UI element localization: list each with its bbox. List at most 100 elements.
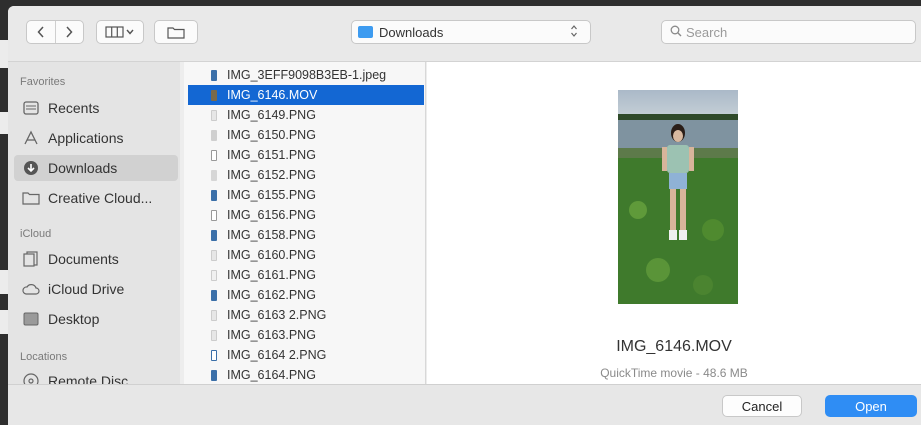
file-name: IMG_6149.PNG bbox=[227, 108, 316, 122]
file-name: IMG_6150.PNG bbox=[227, 128, 316, 142]
open-button[interactable]: Open bbox=[825, 395, 917, 417]
file-name: IMG_6146.MOV bbox=[227, 88, 318, 102]
downloads-folder-icon bbox=[358, 26, 373, 38]
file-name: IMG_6163.PNG bbox=[227, 328, 316, 342]
file-row[interactable]: IMG_6150.PNG bbox=[188, 125, 424, 145]
downloads-icon bbox=[22, 159, 40, 177]
file-row[interactable]: IMG_6163.PNG bbox=[188, 325, 424, 345]
sidebar-section-icloud: iCloud bbox=[20, 228, 52, 240]
file-name: IMG_6162.PNG bbox=[227, 288, 316, 302]
sidebar-item-label: Creative Cloud... bbox=[48, 190, 153, 206]
sidebar-item-label: iCloud Drive bbox=[48, 281, 125, 297]
sidebar-section-favorites: Favorites bbox=[20, 76, 66, 88]
location-popup[interactable]: Downloads bbox=[351, 20, 591, 44]
background-window-edge bbox=[0, 310, 8, 334]
dialog-footer: Cancel Open bbox=[8, 384, 921, 425]
location-label: Downloads bbox=[379, 25, 444, 40]
file-row[interactable]: IMG_6162.PNG bbox=[188, 285, 424, 305]
file-name: IMG_6160.PNG bbox=[227, 248, 316, 262]
sidebar-item-label: Remote Disc bbox=[48, 373, 129, 384]
image-file-icon bbox=[211, 269, 217, 281]
file-row-selected[interactable]: IMG_6146.MOV bbox=[188, 85, 424, 105]
toolbar: Downloads Search bbox=[8, 6, 921, 62]
file-row[interactable]: IMG_6164 2.PNG bbox=[188, 345, 424, 365]
up-down-chevron-icon bbox=[570, 23, 578, 42]
sidebar-item-desktop[interactable]: Desktop bbox=[14, 306, 178, 332]
preview-file-info: QuickTime movie - 48.6 MB bbox=[600, 366, 748, 380]
applications-icon bbox=[22, 129, 40, 147]
file-row[interactable]: IMG_6149.PNG bbox=[188, 105, 424, 125]
new-folder-button[interactable] bbox=[154, 20, 198, 44]
file-name: IMG_6156.PNG bbox=[227, 208, 316, 222]
file-row[interactable]: IMG_6161.PNG bbox=[188, 265, 424, 285]
image-file-icon bbox=[211, 249, 217, 261]
file-name: IMG_3EFF9098B3EB-1.jpeg bbox=[227, 68, 387, 82]
cloud-icon bbox=[22, 280, 40, 298]
sidebar-item-icloud-drive[interactable]: iCloud Drive bbox=[14, 276, 178, 302]
image-file-icon bbox=[211, 149, 217, 161]
file-row[interactable]: IMG_3EFF9098B3EB-1.jpeg bbox=[188, 65, 424, 85]
image-file-icon bbox=[211, 229, 217, 241]
file-name: IMG_6163 2.PNG bbox=[227, 308, 327, 322]
preview-thumbnail bbox=[618, 90, 738, 304]
open-file-dialog: Downloads Search Favorites Recents Appli… bbox=[8, 6, 921, 425]
file-name: IMG_6161.PNG bbox=[227, 268, 316, 282]
image-file-icon bbox=[211, 309, 217, 321]
view-mode-button[interactable] bbox=[96, 20, 144, 44]
sidebar-section-locations: Locations bbox=[20, 351, 68, 363]
file-row[interactable]: IMG_6163 2.PNG bbox=[188, 305, 424, 325]
image-file-icon bbox=[211, 189, 217, 201]
search-icon bbox=[670, 25, 682, 37]
search-placeholder: Search bbox=[686, 25, 728, 40]
forward-button[interactable] bbox=[56, 21, 84, 43]
sidebar-item-remote-disc[interactable]: Remote Disc bbox=[14, 368, 178, 384]
chevron-left-icon bbox=[37, 26, 44, 38]
file-row[interactable]: IMG_6155.PNG bbox=[188, 185, 424, 205]
sidebar-item-downloads[interactable]: Downloads bbox=[14, 155, 178, 181]
recents-icon bbox=[22, 99, 40, 117]
image-file-icon bbox=[211, 109, 217, 121]
file-row[interactable]: IMG_6152.PNG bbox=[188, 165, 424, 185]
sidebar-item-label: Desktop bbox=[48, 311, 100, 327]
file-name: IMG_6155.PNG bbox=[227, 188, 316, 202]
sidebar-item-label: Recents bbox=[48, 100, 100, 116]
file-row[interactable]: IMG_6158.PNG bbox=[188, 225, 424, 245]
file-row[interactable]: IMG_6156.PNG bbox=[188, 205, 424, 225]
sidebar-item-applications[interactable]: Applications bbox=[14, 125, 178, 151]
column-view-icon bbox=[105, 26, 134, 38]
preview-file-name: IMG_6146.MOV bbox=[616, 338, 732, 355]
folder-icon bbox=[22, 189, 40, 207]
desktop-icon bbox=[22, 310, 40, 328]
image-file-icon bbox=[211, 369, 217, 381]
sidebar-item-label: Applications bbox=[48, 130, 124, 146]
sidebar-item-label: Downloads bbox=[48, 160, 118, 176]
file-row[interactable]: IMG_6160.PNG bbox=[188, 245, 424, 265]
sidebar-item-creative-cloud[interactable]: Creative Cloud... bbox=[14, 185, 178, 211]
file-list: IMG_3EFF9098B3EB-1.jpeg IMG_6146.MOV IMG… bbox=[184, 62, 426, 384]
background-window-edge bbox=[0, 270, 8, 294]
file-row[interactable]: IMG_6164.PNG bbox=[188, 365, 424, 384]
movie-file-icon bbox=[211, 89, 217, 101]
image-file-icon bbox=[211, 69, 217, 81]
sidebar-item-label: Documents bbox=[48, 251, 119, 267]
image-file-icon bbox=[211, 129, 217, 141]
navigation-buttons bbox=[26, 20, 84, 44]
chevron-right-icon bbox=[66, 26, 73, 38]
file-row[interactable]: IMG_6151.PNG bbox=[188, 145, 424, 165]
search-field[interactable]: Search bbox=[661, 20, 916, 44]
sidebar-item-documents[interactable]: Documents bbox=[14, 246, 178, 272]
image-file-icon bbox=[211, 349, 217, 361]
background-window-edge bbox=[0, 112, 8, 134]
image-file-icon bbox=[211, 169, 217, 181]
back-button[interactable] bbox=[27, 21, 56, 43]
image-file-icon bbox=[211, 329, 217, 341]
sidebar-item-recents[interactable]: Recents bbox=[14, 95, 178, 121]
background-window-edge bbox=[0, 40, 8, 68]
file-name: IMG_6151.PNG bbox=[227, 148, 316, 162]
file-name: IMG_6152.PNG bbox=[227, 168, 316, 182]
disc-icon bbox=[22, 372, 40, 384]
cancel-button[interactable]: Cancel bbox=[722, 395, 802, 417]
sidebar: Favorites Recents Applications Downloads… bbox=[8, 62, 180, 384]
image-file-icon bbox=[211, 209, 217, 221]
file-name: IMG_6164 2.PNG bbox=[227, 348, 327, 362]
